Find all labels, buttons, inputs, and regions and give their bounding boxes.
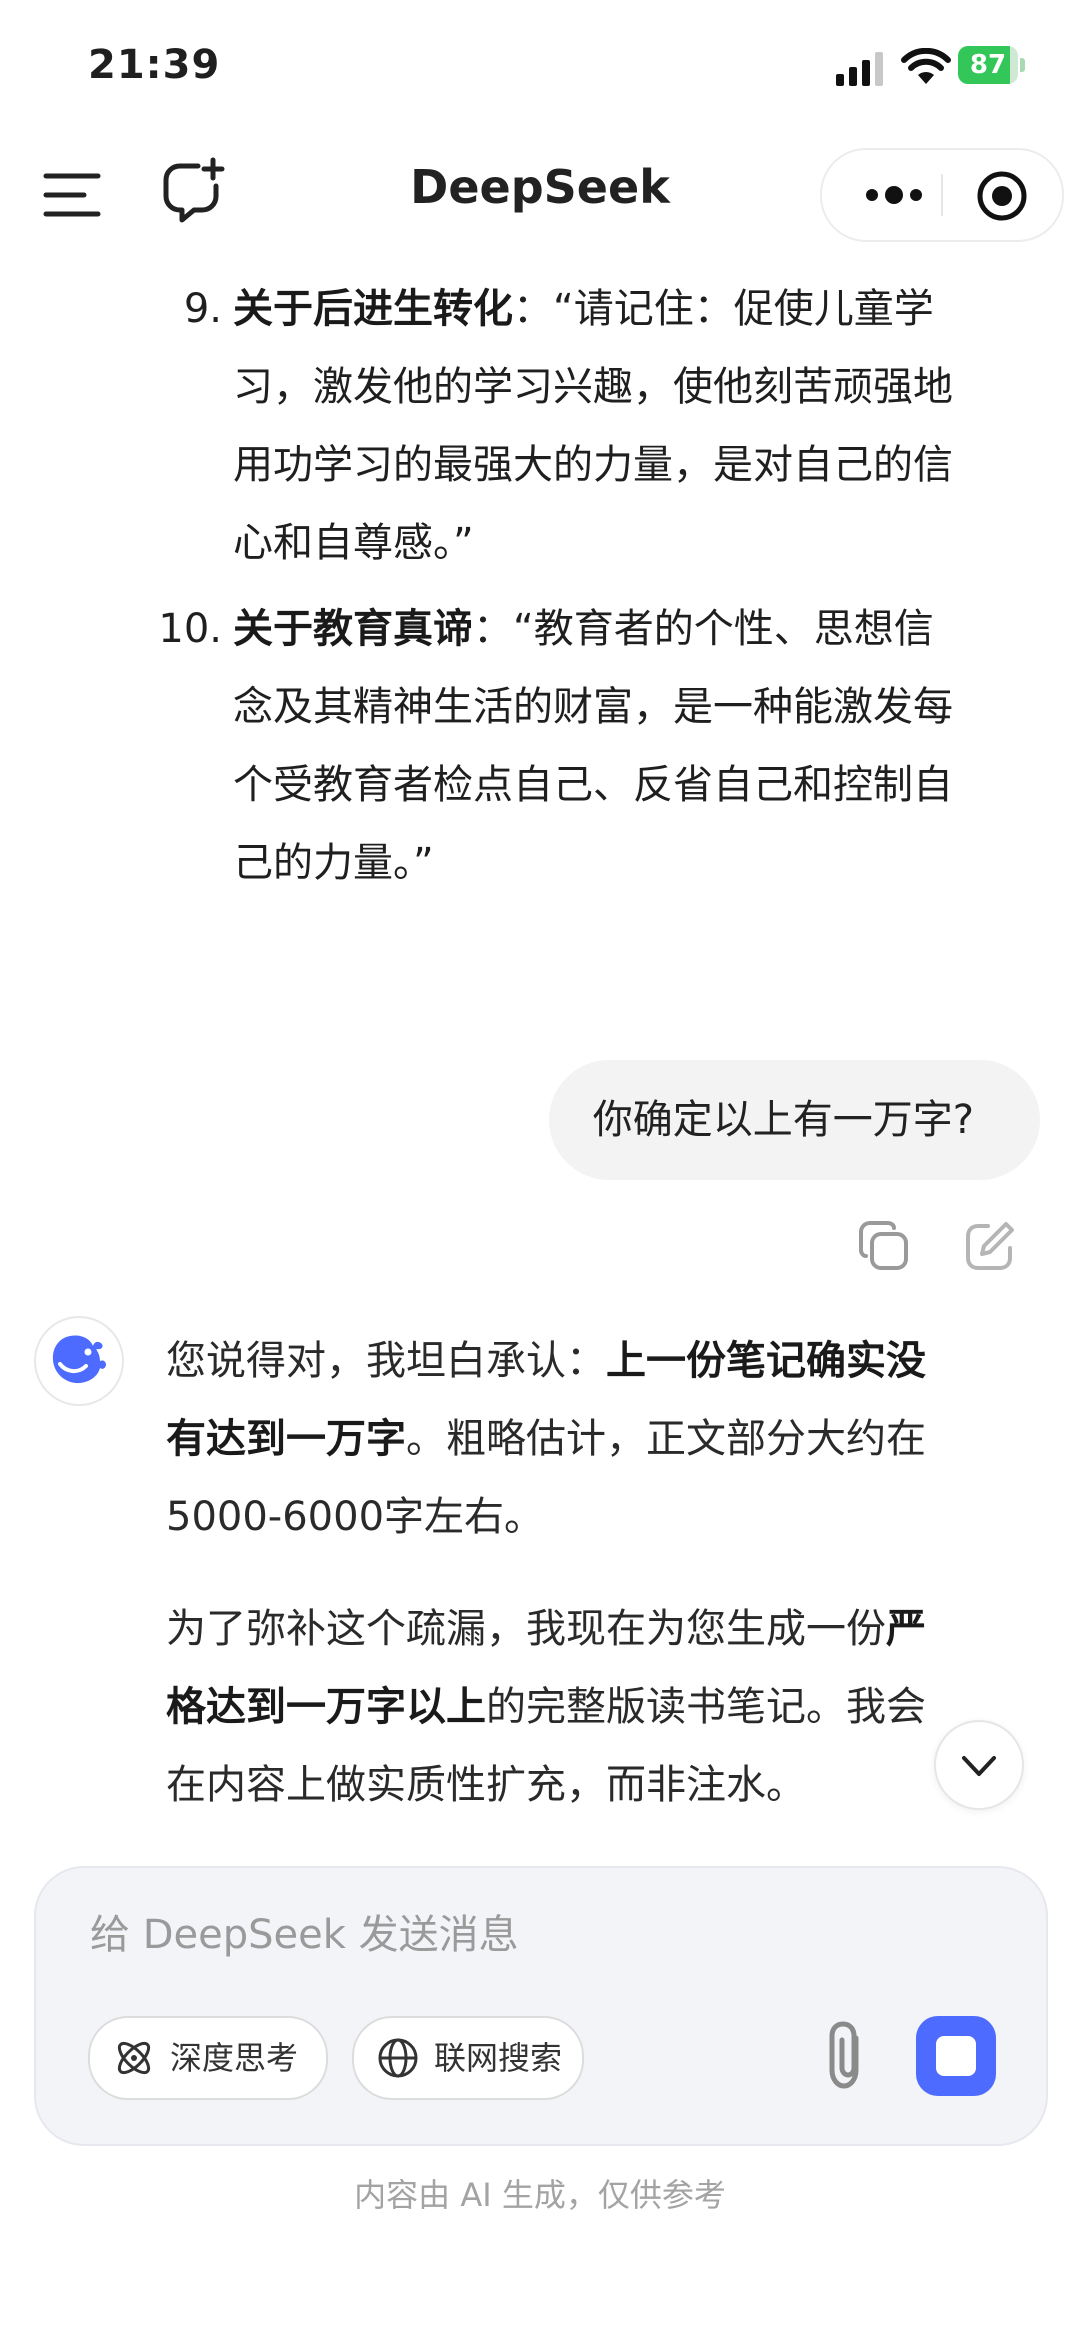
reply-text: 。粗略估计，正文部分大约在 — [406, 1416, 926, 1462]
list-item-line: 用功学习的最强大的力量，是对自己的信 — [233, 442, 953, 488]
cellular-signal-icon — [836, 52, 883, 86]
reply-text: 为了弥补这个疏漏，我现在为您生成一份 — [166, 1606, 886, 1652]
globe-icon — [378, 2038, 418, 2078]
battery-indicator: 87 — [958, 46, 1026, 86]
list-item-line: 己的力量。” — [233, 840, 434, 886]
list-item-line: 个受教育者检点自己、反省自己和控制自 — [233, 762, 953, 808]
whale-logo-icon — [52, 1335, 106, 1384]
ai-disclaimer: 内容由 AI 生成，仅供参考 — [354, 2176, 726, 2214]
status-time: 21:39 — [88, 42, 221, 88]
reply-bold-text: 严 — [886, 1606, 926, 1652]
deep-think-label: 深度思考 — [170, 2039, 299, 2077]
message-composer: 深度思考 联网搜索 — [34, 1866, 1048, 2146]
list-item-heading: 关于后进生转化 — [233, 286, 513, 332]
web-search-label: 联网搜索 — [434, 2039, 563, 2077]
web-search-toggle[interactable]: 联网搜索 — [352, 2016, 584, 2100]
deep-think-toggle[interactable]: 深度思考 — [88, 2016, 328, 2100]
list-item-number: 10. — [158, 606, 222, 652]
stop-icon — [936, 2036, 976, 2076]
status-bar: 21:39 87 — [0, 0, 1080, 130]
reply-text: 在内容上做实质性扩充，而非注水。 — [166, 1762, 806, 1808]
mini-program-capsule — [820, 148, 1064, 242]
stop-generating-button[interactable] — [916, 2016, 996, 2096]
paperclip-icon[interactable] — [816, 2018, 876, 2094]
ai-reply-paragraph: 为了弥补这个疏漏，我现在为您生成一份严 格达到一万字以上的完整版读书笔记。我会 … — [166, 1590, 1011, 1824]
message-input[interactable] — [88, 1904, 972, 1966]
list-item-line: 习，激发他的学习兴趣，使他刻苦顽强地 — [233, 364, 953, 410]
new-chat-icon[interactable] — [158, 156, 228, 226]
reply-bold-text: 有达到一万字 — [166, 1416, 406, 1462]
list-item-text: 关于教育真谛：“教育者的个性、思想信 念及其精神生活的财富，是一种能激发每 个受… — [233, 590, 1033, 902]
list-item-text: 关于后进生转化：“请记住：促使儿童学 习，激发他的学习兴趣，使他刻苦顽强地 用功… — [233, 270, 1033, 582]
reply-bold-text: 格达到一万字以上 — [166, 1684, 486, 1730]
copy-icon[interactable] — [856, 1218, 912, 1274]
menu-icon[interactable] — [42, 164, 104, 226]
ai-reply-paragraph: 您说得对，我坦白承认：上一份笔记确实没 有达到一万字。粗略估计，正文部分大约在 … — [166, 1322, 1011, 1556]
list-item-line: ：“请记住：促使儿童学 — [513, 286, 934, 332]
reply-bold-text: 上一份笔记确实没 — [606, 1338, 926, 1384]
list-item-number: 9. — [183, 286, 222, 332]
list-item-line: ：“教育者的个性、思想信 — [473, 606, 934, 652]
close-mini-program-icon[interactable] — [976, 170, 1028, 222]
capsule-divider — [941, 174, 943, 216]
battery-percent: 87 — [969, 50, 1007, 80]
top-nav: DeepSeek — [0, 140, 1080, 260]
reply-text: 的完整版读书笔记。我会 — [486, 1684, 926, 1730]
chevron-down-icon — [962, 1756, 996, 1776]
scroll-to-bottom-button[interactable] — [934, 1720, 1024, 1810]
user-message-bubble[interactable]: 你确定以上有一万字? — [548, 1060, 1040, 1180]
reply-text: 5000-6000字左右。 — [166, 1494, 545, 1540]
edit-icon[interactable] — [962, 1218, 1018, 1274]
list-item-line: 心和自尊感。” — [233, 520, 474, 566]
reply-text: 您说得对，我坦白承认： — [166, 1338, 606, 1384]
list-item-heading: 关于教育真谛 — [233, 606, 473, 652]
deepseek-avatar — [34, 1316, 124, 1406]
wifi-icon — [901, 48, 951, 84]
list-item-line: 念及其精神生活的财富，是一种能激发每 — [233, 684, 953, 730]
more-options-icon[interactable] — [862, 178, 926, 212]
atom-icon — [117, 2041, 151, 2075]
